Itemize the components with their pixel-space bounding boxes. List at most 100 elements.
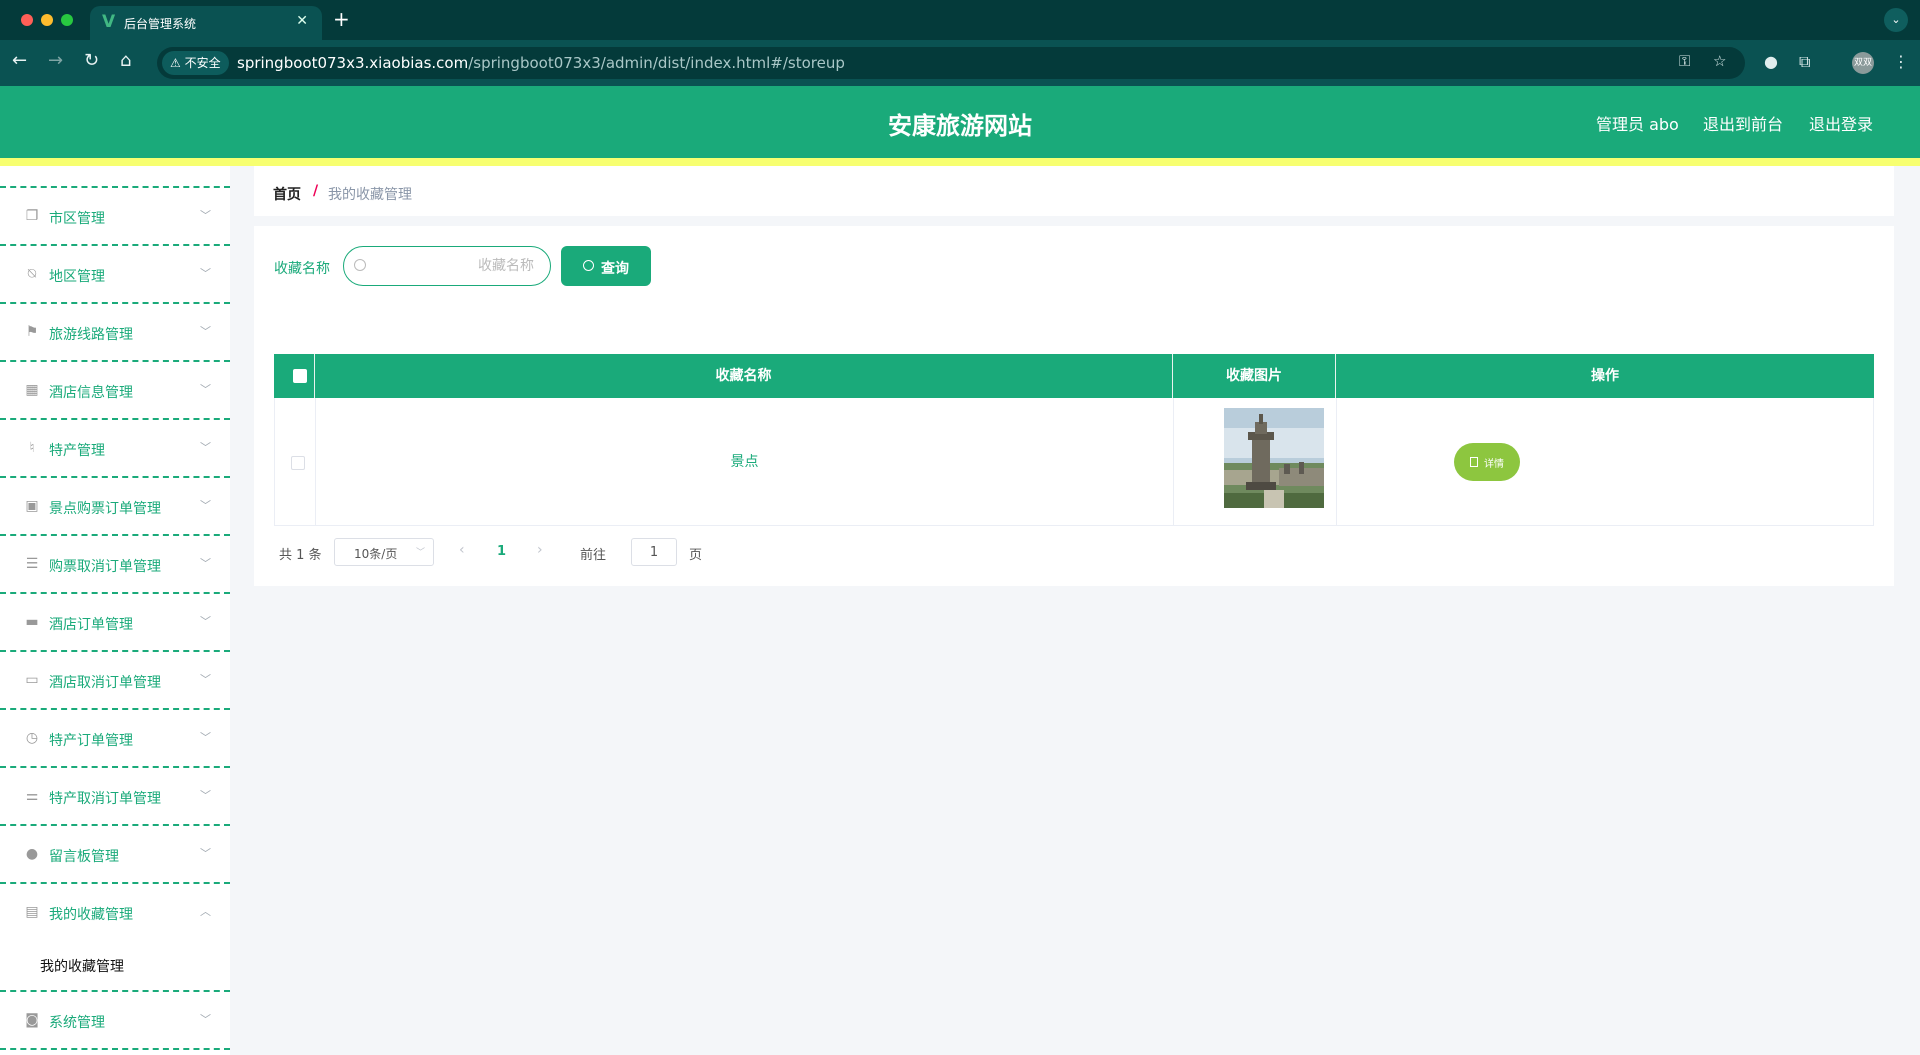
new-tab-icon[interactable]: +: [333, 7, 350, 31]
url-text: springboot073x3.xiaobias.com/springboot0…: [237, 54, 845, 72]
address-bar[interactable]: ⚠ 不安全 springboot073x3.xiaobias.com/sprin…: [157, 47, 1745, 79]
close-window-button[interactable]: [21, 14, 33, 26]
column-header-image: 收藏图片: [1173, 354, 1336, 398]
home-icon[interactable]: ⌂: [120, 50, 131, 71]
row-name-cell: 景点: [316, 398, 1174, 526]
chevron-down-icon: ﹀: [200, 383, 211, 396]
column-header-name: 收藏名称: [315, 354, 1173, 398]
prev-page-icon[interactable]: ‹: [459, 542, 465, 558]
page-suffix-label: 页: [689, 548, 703, 563]
profile-avatar[interactable]: 双双: [1852, 52, 1874, 74]
sidebar-item-region[interactable]: ⍉ 地区管理 ﹀: [0, 246, 230, 304]
query-button[interactable]: 查询: [561, 246, 651, 286]
sidebar-item-hotel-orders[interactable]: ▬ 酒店订单管理 ﹀: [0, 594, 230, 652]
detail-button[interactable]: 详情: [1454, 443, 1520, 481]
column-header-action: 操作: [1591, 368, 1619, 384]
breadcrumb-current: 我的收藏管理: [328, 187, 412, 203]
extension-circle-icon[interactable]: ●: [1764, 52, 1778, 71]
goto-page-input[interactable]: [631, 538, 677, 566]
row-action-cell: 详情: [1337, 398, 1875, 526]
pagination-total: 共 1 条: [279, 548, 322, 563]
browser-tab[interactable]: V 后台管理系统 ✕: [90, 6, 322, 40]
header-select-cell: [274, 354, 315, 398]
chevron-down-icon: ﹀: [200, 1013, 211, 1026]
chevron-down-icon: ﹀: [200, 209, 211, 222]
bookmark-star-icon[interactable]: ☆: [1713, 52, 1726, 70]
chevron-down-icon: ﹀: [200, 557, 211, 570]
search-input[interactable]: [374, 255, 534, 277]
bell-off-icon: ⍉: [27, 266, 37, 282]
url-host: springboot073x3.xiaobias.com: [237, 54, 469, 72]
ticket-icon: ▣: [25, 498, 39, 514]
camera-icon: ◙: [25, 1012, 39, 1028]
search-label: 收藏名称: [274, 261, 330, 277]
pagination: 共 1 条 10条/页 ﹀ ‹ 1 › 前往 页: [274, 538, 874, 566]
page-size-value: 10条/页: [354, 547, 398, 561]
extensions-puzzle-icon[interactable]: ⧉: [1799, 52, 1810, 72]
row-select-cell: [275, 398, 316, 526]
favorite-thumbnail-image[interactable]: [1224, 408, 1324, 508]
chevron-down-icon: ﹀: [200, 499, 211, 512]
browser-menu-icon[interactable]: ⋮: [1893, 52, 1909, 71]
reload-icon[interactable]: ↻: [84, 50, 99, 71]
sliders-icon: ⚌: [25, 788, 39, 804]
chevron-down-icon: ﹀: [200, 789, 211, 802]
goto-label: 前往: [580, 548, 607, 563]
sidebar-item-specialty-cancel[interactable]: ⚌ 特产取消订单管理 ﹀: [0, 768, 230, 826]
sidebar-item-system[interactable]: ◙ 系统管理 ﹀: [0, 992, 230, 1050]
insecure-badge[interactable]: ⚠ 不安全: [162, 51, 229, 75]
document-icon: [1470, 457, 1478, 467]
page-size-select[interactable]: 10条/页 ﹀: [334, 538, 434, 566]
sidebar-item-hotel-cancel[interactable]: ▭ 酒店取消订单管理 ﹀: [0, 652, 230, 710]
sidebar-item-label: 地区管理: [49, 269, 105, 285]
breadcrumb: 首页 / 我的收藏管理: [254, 166, 1894, 216]
minimize-window-button[interactable]: [41, 14, 53, 26]
sidebar: ❐ 市区管理 ﹀ ⍉ 地区管理 ﹀ ⚑ 旅游线路管理 ﹀ ▦ 酒店信息管理 ﹀ …: [0, 166, 230, 1055]
next-page-icon[interactable]: ›: [537, 542, 543, 558]
detail-button-label: 详情: [1484, 459, 1504, 470]
sidebar-item-favorites[interactable]: ▤ 我的收藏管理 ︿: [0, 884, 230, 942]
breadcrumb-home[interactable]: 首页: [273, 184, 301, 204]
sidebar-item-label: 特产管理: [49, 443, 105, 459]
table-row: 景点 详情: [274, 398, 1874, 526]
chevron-down-icon: ﹀: [200, 267, 211, 280]
sidebar-subitem-label: 我的收藏管理: [40, 959, 124, 975]
sidebar-item-ticket-cancel[interactable]: ☰ 购票取消订单管理 ﹀: [0, 536, 230, 594]
select-all-checkbox[interactable]: [293, 369, 307, 383]
balloon-icon: ●: [25, 846, 39, 862]
clipboard-icon: ▤: [25, 904, 39, 920]
query-button-label: 查询: [601, 260, 629, 276]
sidebar-item-partial[interactable]: [0, 166, 230, 188]
sidebar-item-label: 我的收藏管理: [49, 907, 133, 923]
sidebar-item-message-board[interactable]: ● 留言板管理 ﹀: [0, 826, 230, 884]
tab-search-chevron-icon[interactable]: ⌄: [1884, 8, 1908, 32]
vue-favicon-icon: V: [102, 12, 116, 32]
chevron-down-icon: ﹀: [200, 731, 211, 744]
forward-arrow-icon[interactable]: →: [48, 50, 63, 71]
back-arrow-icon[interactable]: ←: [12, 50, 27, 71]
sidebar-item-specialty[interactable]: ♮ 特产管理 ﹀: [0, 420, 230, 478]
tab-close-icon[interactable]: ✕: [296, 13, 308, 29]
row-checkbox[interactable]: [291, 456, 305, 470]
insecure-label: 不安全: [184, 56, 221, 70]
flag-icon: ⚑: [25, 324, 39, 340]
key-icon[interactable]: ⚿: [1679, 52, 1690, 70]
sidebar-item-routes[interactable]: ⚑ 旅游线路管理 ﹀: [0, 304, 230, 362]
sidebar-item-label: 留言板管理: [49, 849, 119, 865]
page-number[interactable]: 1: [497, 544, 506, 559]
chevron-down-icon: ﹀: [200, 673, 211, 686]
search-field[interactable]: [343, 246, 551, 286]
chevron-down-icon: ﹀: [200, 325, 211, 338]
maximize-window-button[interactable]: [61, 14, 73, 26]
search-icon: [354, 259, 366, 271]
sidebar-item-ticket-orders[interactable]: ▣ 景点购票订单管理 ﹀: [0, 478, 230, 536]
sidebar-item-label: 系统管理: [49, 1015, 105, 1031]
list-icon: ☰: [25, 556, 39, 572]
exit-to-front-link[interactable]: 退出到前台: [1703, 111, 1783, 135]
sidebar-item-hotel-info[interactable]: ▦ 酒店信息管理 ﹀: [0, 362, 230, 420]
microphone-icon: ♮: [29, 440, 35, 456]
sidebar-item-specialty-orders[interactable]: ◷ 特产订单管理 ﹀: [0, 710, 230, 768]
sidebar-item-city[interactable]: ❐ 市区管理 ﹀: [0, 188, 230, 246]
sidebar-subitem-my-favorites[interactable]: 我的收藏管理: [0, 940, 230, 992]
logout-link[interactable]: 退出登录: [1809, 111, 1873, 135]
